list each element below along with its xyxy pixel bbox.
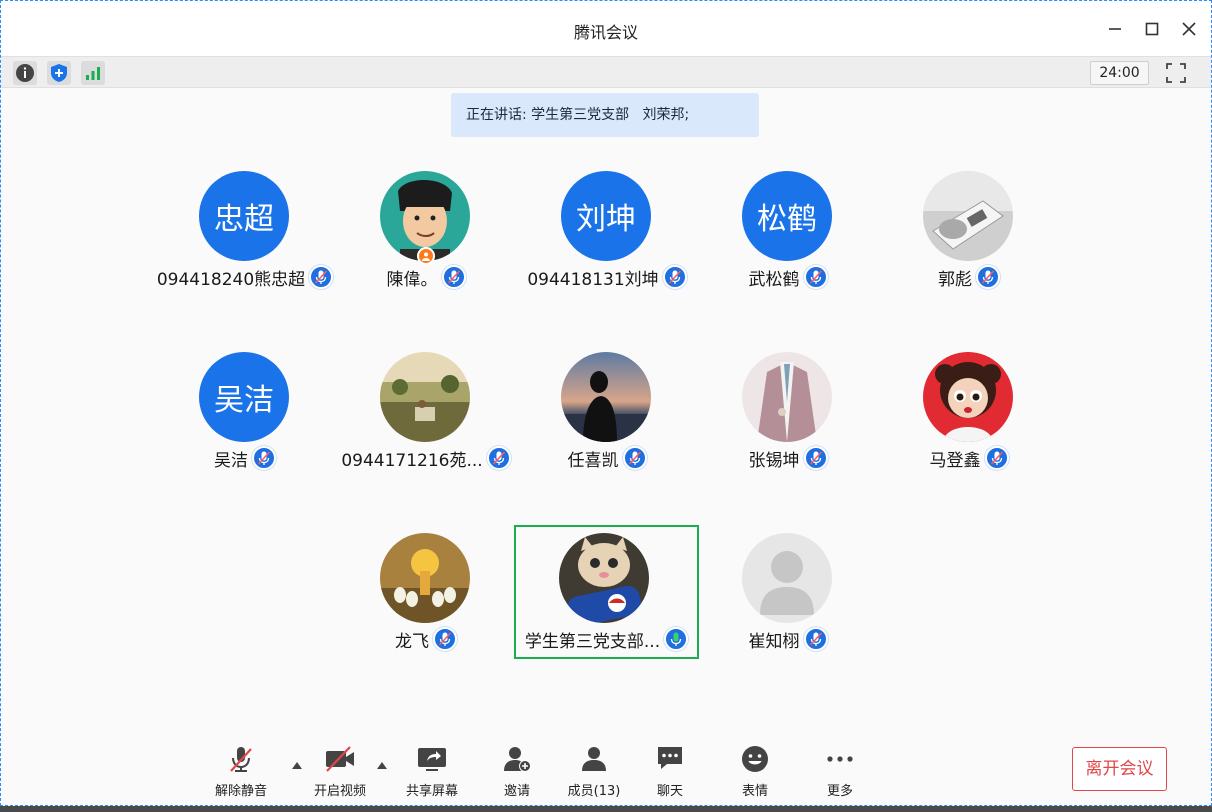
participant-avatar: 刘坤: [561, 171, 651, 261]
muted-mic-icon: [803, 627, 828, 651]
participant-avatar: [559, 533, 649, 623]
avatar-initials: 松鹤: [757, 202, 817, 237]
avatar-initials: 吴洁: [214, 383, 274, 418]
participant-tile[interactable]: 郭彪: [878, 171, 1060, 305]
participant-name: 龙飞: [395, 631, 429, 652]
meeting-timer: 24:00: [1090, 61, 1149, 85]
avatar-initials: 忠超: [214, 202, 274, 237]
video-off-icon: [323, 743, 357, 774]
participant-tile[interactable]: 马登鑫: [878, 352, 1060, 486]
chat-button[interactable]: 聊天: [635, 743, 705, 799]
participant-name: 学生第三党支部...: [524, 631, 661, 652]
participant-name: 0944171216苑...: [341, 450, 483, 471]
invite-label: 邀请: [503, 784, 530, 799]
participant-avatar: [923, 352, 1013, 442]
participant-avatar: [561, 352, 651, 442]
share-screen-icon: [415, 743, 449, 774]
fullscreen-icon[interactable]: [1165, 62, 1187, 84]
participant-name-row: 马登鑫: [858, 443, 1080, 473]
members-icon: [577, 743, 611, 774]
participant-name: 马登鑫: [929, 450, 981, 471]
reactions-label: 表情: [741, 784, 768, 799]
participant-tile[interactable]: 忠超 094418240熊忠超: [154, 171, 336, 305]
participant-avatar: [923, 171, 1013, 261]
participant-avatar: [742, 533, 832, 623]
window-title: 腾讯会议: [573, 23, 638, 42]
participant-avatar: 吴洁: [199, 352, 289, 442]
participant-name: 094418240熊忠超: [156, 269, 306, 290]
reactions-button[interactable]: 表情: [720, 743, 790, 799]
participant-tile[interactable]: 松鹤武松鹤: [697, 171, 879, 305]
maximize-button[interactable]: [1140, 17, 1164, 41]
add-user-icon: [500, 743, 534, 774]
muted-mic-icon: [984, 446, 1009, 470]
participant-tile[interactable]: 刘坤 094418131刘坤: [516, 171, 698, 305]
participant-avatar: 忠超: [199, 171, 289, 261]
participant-name: 吴洁: [214, 450, 248, 471]
share-screen-label: 共享屏幕: [405, 784, 458, 799]
participant-tile[interactable]: 龙飞: [335, 533, 517, 667]
avatar-initials: 刘坤: [576, 202, 636, 237]
participant-name: 郭彪: [938, 269, 972, 290]
participant-avatar: [742, 352, 832, 442]
participant-name: 任喜凯: [567, 450, 619, 471]
participant-tile[interactable]: 崔知栩: [697, 533, 879, 667]
info-icon[interactable]: [13, 61, 37, 85]
speaking-indicator: 正在讲话: 学生第三党支部 刘荣邦;: [451, 93, 759, 137]
chat-bubble-icon: [653, 743, 687, 774]
more-label: 更多: [826, 784, 853, 799]
invite-button[interactable]: 邀请: [482, 743, 552, 799]
network-signal-icon[interactable]: [81, 61, 105, 85]
meeting-controls: 解除静音 开启视频 共享屏幕 邀请 成员(13) 聊天 表情 更多: [1, 731, 1211, 807]
audio-options-caret-icon[interactable]: [291, 755, 303, 769]
muted-mic-icon: [803, 265, 828, 289]
participant-tile[interactable]: 任喜凯: [516, 352, 698, 486]
muted-mic-icon: [433, 627, 457, 651]
participant-avatar: 松鹤: [742, 171, 832, 261]
start-video-label: 开启视频: [313, 784, 366, 799]
participant-avatar: [380, 352, 470, 442]
participant-name-row: 崔知栩: [677, 624, 899, 654]
share-screen-button[interactable]: 共享屏幕: [397, 743, 467, 799]
muted-mic-icon: [252, 446, 276, 470]
video-options-caret-icon[interactable]: [376, 755, 388, 769]
participant-name: 崔知栩: [748, 631, 800, 652]
more-button[interactable]: 更多: [805, 743, 875, 799]
participant-avatar: [380, 533, 470, 623]
participant-tile[interactable]: 0944171216苑...: [335, 352, 517, 486]
minimize-button[interactable]: [1103, 17, 1127, 41]
muted-mic-icon: [803, 446, 828, 470]
muted-mic-icon: [441, 265, 466, 289]
participant-name: 张锡坤: [748, 450, 800, 471]
start-video-button[interactable]: 开启视频: [305, 743, 375, 799]
participant-tile[interactable]: 陳偉。: [335, 171, 517, 305]
participant-name: 陳偉。: [386, 269, 438, 290]
participant-tile[interactable]: 张锡坤: [697, 352, 879, 486]
muted-mic-icon: [622, 446, 647, 470]
unmute-button[interactable]: 解除静音: [206, 743, 276, 799]
chat-label: 聊天: [656, 784, 683, 799]
participant-name: 094418131刘坤: [527, 269, 659, 290]
participant-name-row: 学生第三党支部...: [516, 624, 697, 654]
members-button[interactable]: 成员(13): [559, 743, 629, 799]
more-dots-icon: [823, 743, 857, 774]
participant-name-row: 郭彪: [858, 262, 1080, 292]
meeting-window: 腾讯会议 24:00 正在讲话: 学生第三党支部 刘荣邦; 忠超 0944182…: [0, 0, 1212, 806]
muted-mic-icon: [224, 743, 258, 774]
close-button[interactable]: [1177, 17, 1201, 41]
info-toolbar: 24:00: [1, 56, 1211, 88]
security-shield-icon[interactable]: [47, 61, 71, 85]
participant-tile[interactable]: 学生第三党支部...: [514, 525, 699, 659]
participant-name: 武松鹤: [748, 269, 800, 290]
participant-name-row: 龙飞: [315, 624, 537, 654]
participant-tile[interactable]: 吴洁 吴洁: [154, 352, 336, 486]
members-label: 成员(13): [567, 784, 621, 799]
muted-mic-icon: [976, 265, 1000, 289]
smiley-icon: [738, 743, 772, 774]
desktop-background: [0, 806, 1212, 812]
leave-meeting-button[interactable]: 离开会议: [1072, 747, 1167, 791]
unmute-label: 解除静音: [214, 784, 267, 799]
title-bar: 腾讯会议: [1, 1, 1211, 56]
